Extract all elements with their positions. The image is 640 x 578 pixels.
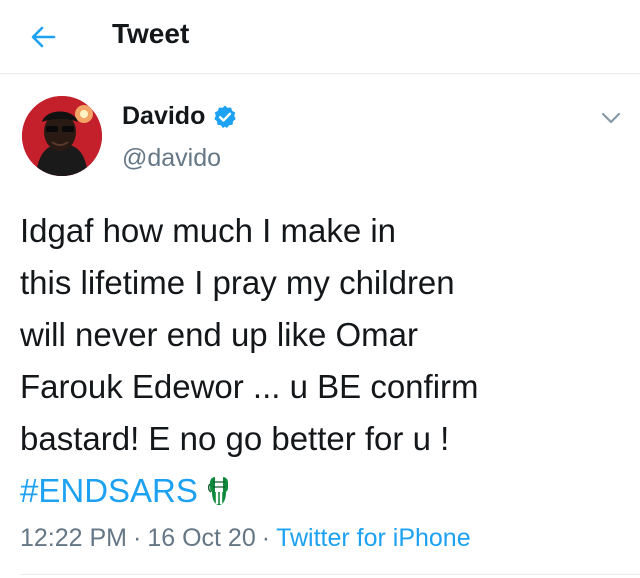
tweet-text-line: will never end up like Omar	[20, 316, 418, 353]
verified-badge-icon	[214, 105, 237, 128]
avatar[interactable]	[22, 96, 102, 176]
back-button[interactable]	[26, 20, 60, 54]
meta-separator: ·	[133, 524, 142, 552]
raised-fist-emoji-icon	[207, 477, 228, 505]
tweet-source-link[interactable]: Twitter for iPhone	[276, 524, 471, 552]
top-bar: Tweet	[0, 0, 640, 74]
author-display-name: Davido	[122, 102, 206, 130]
hashtag-line: #ENDSARS	[20, 465, 620, 517]
chevron-down-icon[interactable]	[598, 108, 624, 128]
hashtag-link[interactable]: #ENDSARS	[20, 472, 198, 509]
tweet-text: Idgaf how much I make in this lifetime I…	[20, 205, 620, 517]
page-title: Tweet	[112, 18, 190, 49]
author-name-row[interactable]: Davido	[122, 102, 238, 131]
meta-separator: ·	[261, 524, 271, 552]
author-handle[interactable]: @davido	[122, 144, 221, 173]
tweet-text-line: Farouk Edewor ... u BE confirm	[20, 368, 479, 405]
tweet-meta: 12:22 PM · 16 Oct 20 · Twitter for iPhone	[20, 524, 471, 553]
avatar-image	[22, 96, 102, 176]
tweet-date[interactable]: 16 Oct 20	[147, 524, 255, 552]
tweet-text-line: bastard! E no go better for u !	[20, 420, 450, 457]
back-arrow-icon	[31, 26, 56, 48]
tweet-time[interactable]: 12:22 PM	[20, 524, 127, 552]
divider	[20, 574, 640, 575]
tweet-text-line: Idgaf how much I make in	[20, 212, 397, 249]
tweet-text-line: this lifetime I pray my children	[20, 264, 455, 301]
